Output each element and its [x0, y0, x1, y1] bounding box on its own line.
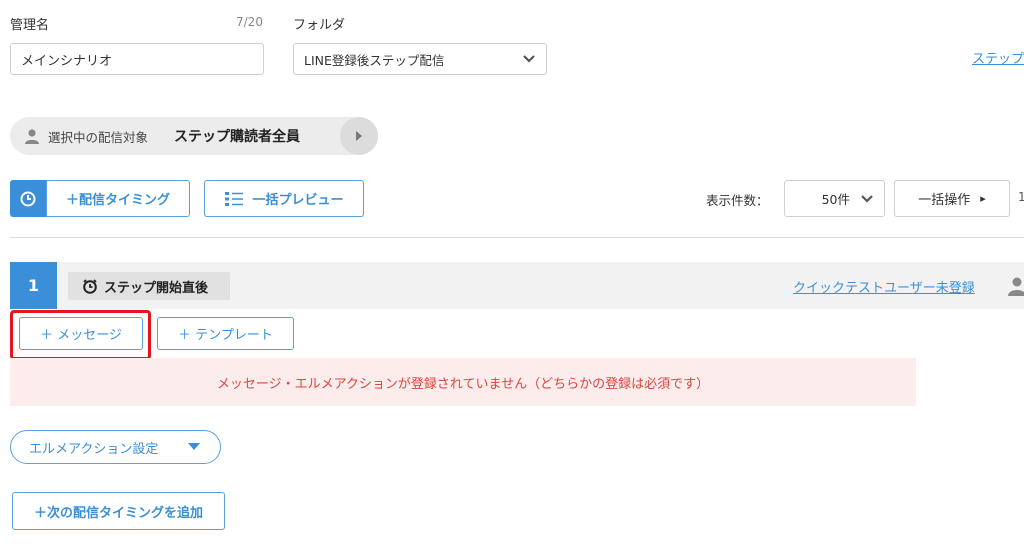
delivery-target-next-button[interactable] [340, 117, 378, 155]
elme-action-label: エルメアクション設定 [29, 441, 159, 457]
bulk-preview-button[interactable]: 一括プレビュー [204, 180, 364, 217]
add-template-button[interactable]: ＋ テンプレート [157, 317, 294, 350]
caret-right-icon [356, 131, 362, 141]
folder-select-value: LINE登録後ステップ配信 [304, 52, 445, 68]
clock-icon [20, 191, 36, 206]
bulk-action-button[interactable]: 一括操作 ▸ [894, 180, 1010, 217]
name-input-value: メインシナリオ [21, 53, 113, 69]
name-label: 管理名 [10, 18, 50, 33]
step-timing-label: ステップ開始直後 [104, 280, 209, 296]
add-message-button[interactable]: ＋ メッセージ [19, 317, 143, 350]
add-timing-button[interactable]: ＋配信タイミング [46, 180, 190, 217]
required-alert: メッセージ・エルメアクションが登録されていません（どちらかの登録は必須です） [10, 358, 916, 406]
step-number-badge: 1 [10, 262, 57, 309]
alarm-clock-icon [83, 279, 97, 294]
display-count-select[interactable]: 50件 [784, 180, 885, 217]
elme-action-dropdown[interactable]: エルメアクション設定 [10, 430, 221, 464]
truncated-edge-text: 1 [1018, 190, 1024, 204]
name-char-counter: 7/20 [236, 15, 263, 29]
quick-test-user-link[interactable]: クイックテストユーザー未登録 [793, 277, 975, 296]
chevron-down-icon [861, 194, 873, 203]
display-count-label: 表示件数： [706, 193, 769, 208]
bulk-preview-label: 一括プレビュー [252, 193, 344, 208]
user-icon[interactable] [1008, 276, 1024, 296]
toolbar-divider [10, 237, 1024, 238]
clock-icon-tab [10, 180, 46, 217]
delivery-target-value: ステップ購読者全員 [174, 129, 301, 145]
name-input[interactable]: メインシナリオ [10, 43, 264, 75]
folder-select[interactable]: LINE登録後ステップ配信 [293, 43, 547, 75]
delivery-target-label: 選択中の配信対象 [48, 129, 149, 145]
folder-label: フォルダ [293, 18, 346, 33]
user-icon [25, 129, 39, 144]
caret-right-icon: ▸ [980, 192, 986, 205]
step-settings-link[interactable]: ステップ [972, 48, 1024, 67]
step-timing-badge[interactable]: ステップ開始直後 [68, 272, 230, 300]
delivery-target-pill: 選択中の配信対象 ステップ購読者全員 [10, 117, 378, 155]
display-count-value: 50件 [821, 192, 850, 207]
chevron-down-icon [523, 55, 535, 63]
caret-down-icon [188, 443, 200, 450]
bulk-action-label: 一括操作 [918, 193, 971, 208]
list-preview-icon [225, 191, 244, 206]
add-next-timing-button[interactable]: ＋次の配信タイミングを追加 [12, 492, 225, 530]
